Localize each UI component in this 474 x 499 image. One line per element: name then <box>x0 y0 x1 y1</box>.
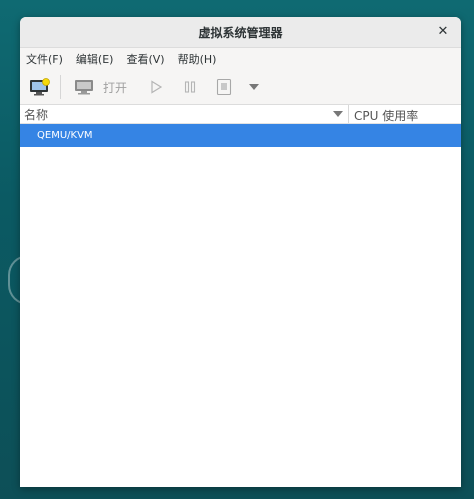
cpu-column-label: CPU 使用率 <box>354 108 419 123</box>
column-header-row: 名称 CPU 使用率 <box>20 105 461 124</box>
shutdown-icon <box>216 78 232 96</box>
sort-arrow-icon <box>333 111 343 117</box>
connection-row-qemu-kvm[interactable]: QEMU/KVM <box>20 124 461 147</box>
open-button-label: 打开 <box>103 80 128 95</box>
pause-icon <box>184 81 196 93</box>
monitor-icon <box>75 80 93 95</box>
new-vm-icon <box>30 78 50 96</box>
shutdown-menu-button[interactable] <box>243 74 265 100</box>
menu-file[interactable]: 文件(F) <box>26 51 63 67</box>
chevron-down-icon <box>249 84 260 90</box>
menu-bar: 文件(F) 编辑(E) 查看(V) 帮助(H) <box>20 48 461 70</box>
play-icon <box>151 80 163 94</box>
connection-label: QEMU/KVM <box>37 130 93 141</box>
menu-help[interactable]: 帮助(H) <box>178 51 217 67</box>
open-button[interactable]: 打开 <box>69 74 131 100</box>
toolbar: 打开 <box>20 70 461 105</box>
shutdown-button[interactable] <box>209 74 239 100</box>
name-column-label: 名称 <box>24 107 49 122</box>
menu-edit[interactable]: 编辑(E) <box>76 51 114 67</box>
new-vm-button[interactable] <box>26 74 54 100</box>
toolbar-separator <box>60 75 61 99</box>
name-column-header[interactable]: 名称 <box>20 105 349 123</box>
cpu-column-header[interactable]: CPU 使用率 <box>349 105 418 124</box>
title-bar[interactable]: 虚拟系统管理器 ✕ <box>20 17 461 48</box>
pause-button[interactable] <box>175 74 205 100</box>
close-icon[interactable]: ✕ <box>435 24 451 40</box>
menu-view[interactable]: 查看(V) <box>126 51 164 67</box>
window-title: 虚拟系统管理器 <box>198 25 283 40</box>
run-button[interactable] <box>141 74 171 100</box>
virt-manager-window: 虚拟系统管理器 ✕ 文件(F) 编辑(E) 查看(V) 帮助(H) 打开 名称 … <box>20 17 461 487</box>
